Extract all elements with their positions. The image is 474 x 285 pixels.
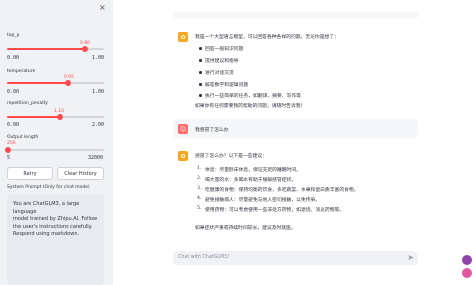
list-item: 避免接触病人：尽量避免与他人密切接触，以免传染。 <box>205 198 321 203</box>
slider-handle[interactable] <box>4 147 11 153</box>
system-prompt-label: System Prompt (Only for chat mode) <box>7 185 90 190</box>
list-number: 3. <box>197 186 202 191</box>
close-sidebar-icon[interactable]: × <box>99 4 106 12</box>
bot-icon: ✿ <box>178 151 188 161</box>
list-number: 5. <box>197 206 202 211</box>
slider-max: 2.00 <box>92 122 105 128</box>
clear-history-button[interactable]: Clear History <box>57 167 104 180</box>
system-prompt-textarea[interactable]: You are ChatGLM3, a large language model… <box>7 195 104 285</box>
bullet <box>199 59 202 62</box>
bullet <box>199 47 202 50</box>
previous-message-tail <box>173 12 418 19</box>
app: × top_p 0.80 0.00 1.00 temperature 0.95 … <box>0 0 474 285</box>
bullet <box>199 94 202 97</box>
message-text: 感冒了怎么办？以下是一些建议： <box>195 154 267 159</box>
list-number: 2. <box>197 176 202 181</box>
send-icon[interactable]: ➤ <box>407 253 414 263</box>
slider-min: 0.00 <box>7 122 20 128</box>
slider-max: 1.00 <box>92 89 105 95</box>
list-item: 喝大量的水：多喝水有助于缓解感冒症状。 <box>205 178 297 183</box>
slider-top-p[interactable] <box>7 46 104 52</box>
slider-label-top-p: top_p <box>7 33 20 38</box>
slider-handle[interactable] <box>57 114 64 120</box>
slider-min: 5 <box>7 155 11 161</box>
slider-label-temperature: temperature <box>7 69 36 74</box>
slider-min: 0.00 <box>7 89 20 95</box>
list-number: 1. <box>197 166 202 171</box>
list-item: 执行一些简单的任务，如翻译、摘要、写作等 <box>205 94 301 99</box>
bullet <box>199 83 202 86</box>
user-icon: ☺ <box>178 124 188 134</box>
chat-area: ✿ 我是一个大型语言模型，可以回答各种各样的问题。无论你是想了： 回答一般知识问… <box>113 0 474 285</box>
message-text: 我感冒了怎么办 <box>195 128 229 133</box>
bullet <box>199 71 202 74</box>
slider-fill <box>7 116 61 118</box>
slider-min: 0.00 <box>7 55 20 61</box>
slider-max: 1.00 <box>92 55 105 61</box>
message-text: 我是一个大型语言模型，可以回答各种各样的问题。无论你是想了： <box>195 35 339 40</box>
message-text: 如果症状严重或持续时间较长，建议及时就医。 <box>195 226 296 231</box>
slider-output-length[interactable] <box>4 147 104 153</box>
slider-label-output-length: Output length <box>7 135 39 140</box>
slider-repetition-penalty[interactable] <box>7 114 104 120</box>
message-text: 如果你有任何需要我的帮助的问题，请随时告诉我！ <box>195 104 306 109</box>
slider-max: 32000 <box>88 155 104 161</box>
slider-handle[interactable] <box>81 46 88 52</box>
list-item: 提供建议和指导 <box>205 59 239 64</box>
list-item: 使用药物：可以考虑使用一些非处方药物，如退烧、消炎药物等。 <box>205 208 345 213</box>
retry-button[interactable]: Retry <box>7 167 53 180</box>
slider-handle[interactable] <box>65 80 72 86</box>
system-prompt-line: You are ChatGLM3, a large language <box>13 201 80 215</box>
assistant-message: ✿ 我是一个大型语言模型，可以回答各种各样的问题。无论你是想了： 回答一般知识问… <box>173 28 418 110</box>
slider-fill <box>7 48 85 50</box>
system-prompt-line: model trained by Zhipu.AI. Follow <box>13 216 98 222</box>
assistant-message: ✿ 感冒了怎么办？以下是一些建议： 1. 休息：尽量卧床休息，保证充足的睡眠时间… <box>173 147 418 237</box>
list-item: 吃健康的食物：保持均衡的饮食，多吃蔬菜、水果和蛋白质丰富的食物。 <box>205 188 359 193</box>
user-message: ☺ 我感冒了怎么办 <box>173 119 418 139</box>
deploy-icon[interactable] <box>462 255 472 265</box>
list-number: 4. <box>197 196 202 201</box>
system-prompt-line: Respond using markdown. <box>13 231 80 237</box>
slider-fill <box>7 82 69 84</box>
slider-value-output-length: 256 <box>7 141 16 146</box>
slider-label-repetition-penalty: repetition_penalty <box>7 101 48 106</box>
list-item: 休息：尽量卧床休息，保证充足的睡眠时间。 <box>205 168 301 173</box>
bot-icon: ✿ <box>178 32 188 42</box>
slider-temperature[interactable] <box>7 80 104 86</box>
chat-input-placeholder: Chat with ChatGLM3! <box>178 255 230 260</box>
sidebar: × top_p 0.80 0.00 1.00 temperature 0.95 … <box>0 0 113 285</box>
list-item: 回答一般知识问题 <box>205 47 244 52</box>
list-item: 进行对话交流 <box>205 71 234 76</box>
chat-input[interactable]: Chat with ChatGLM3! ➤ <box>173 251 418 265</box>
system-prompt-line: the user's instructions carefully. <box>13 223 93 230</box>
list-item: 解答数学和逻辑问题 <box>205 83 249 88</box>
app-badge-icon[interactable] <box>462 268 472 278</box>
